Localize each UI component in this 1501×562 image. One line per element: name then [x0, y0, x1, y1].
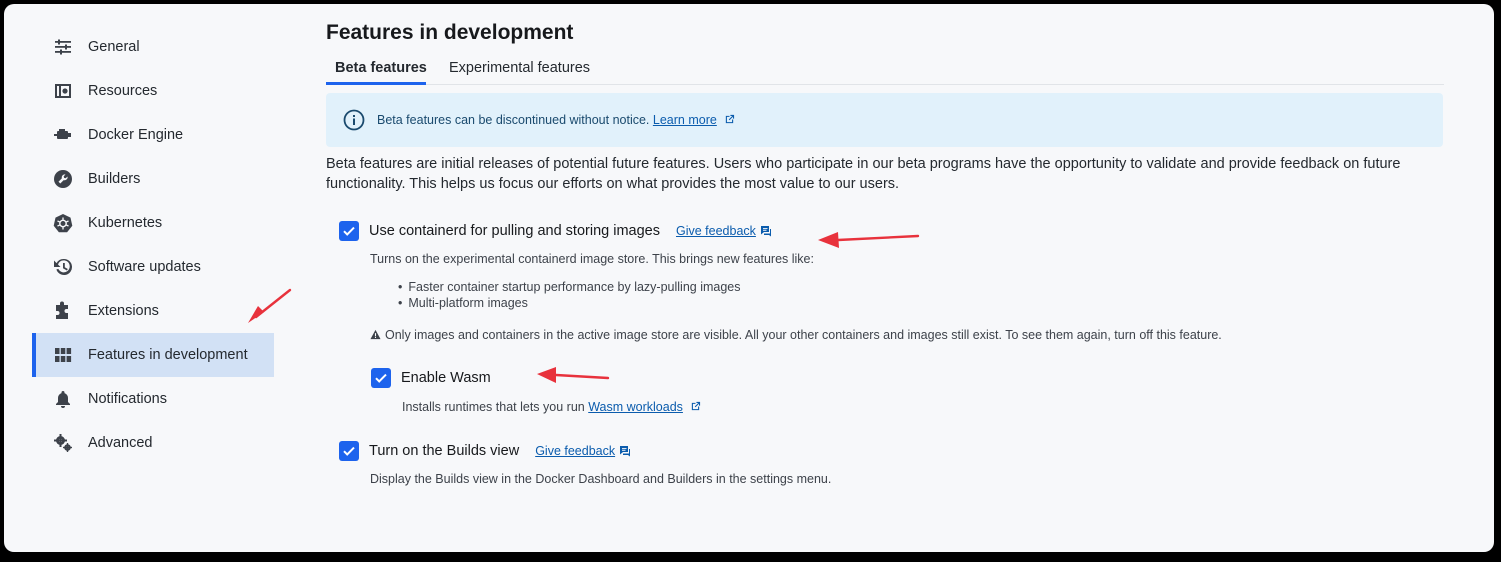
containerd-feature-list: Faster container startup performance by …	[398, 279, 741, 311]
checkmark-icon	[375, 373, 387, 383]
settings-sidebar: General Resources Docker Engine Builders…	[4, 4, 294, 552]
tab-experimental-features[interactable]: Experimental features	[449, 60, 590, 76]
sidebar-item-extensions[interactable]: Extensions	[32, 289, 274, 333]
sidebar-item-builders[interactable]: Builders	[32, 157, 274, 201]
feedback-icon	[760, 226, 771, 237]
containerd-description: Turns on the experimental containerd ima…	[370, 252, 814, 266]
banner-message: Beta features can be discontinued withou…	[377, 113, 650, 127]
annotation-arrow-icon	[537, 367, 610, 383]
tab-beta-features[interactable]: Beta features	[335, 60, 427, 76]
checkmark-icon	[343, 226, 355, 236]
sidebar-item-software-updates[interactable]: Software updates	[32, 245, 274, 289]
external-link-icon	[692, 401, 701, 411]
warning-icon	[370, 329, 381, 340]
builds-view-label: Turn on the Builds view	[369, 443, 520, 459]
give-feedback-link[interactable]: Give feedback	[676, 224, 772, 238]
annotation-arrow-icon	[818, 232, 920, 248]
sidebar-item-label: Extensions	[88, 303, 159, 319]
give-feedback-text: Give feedback	[535, 444, 616, 458]
sidebar-item-general[interactable]: General	[32, 25, 274, 69]
info-banner: Beta features can be discontinued withou…	[326, 93, 1443, 147]
warning-text: Only images and containers in the active…	[385, 328, 1222, 342]
sidebar-item-label: Advanced	[88, 435, 153, 451]
containerd-warning: Only images and containers in the active…	[370, 328, 1222, 342]
beta-description: Beta features are initial releases of po…	[326, 156, 1401, 192]
page-title: Features in development	[326, 21, 574, 44]
sidebar-item-label: Features in development	[88, 347, 248, 363]
wasm-feature: Enable Wasm	[371, 368, 491, 388]
sidebar-item-label: Docker Engine	[88, 127, 184, 143]
wasm-description: Installs runtimes that lets you run Wasm…	[402, 400, 701, 414]
resources-icon	[52, 80, 74, 102]
kubernetes-icon	[52, 212, 74, 234]
containerd-feature: Use containerd for pulling and storing i…	[339, 221, 772, 241]
checkmark-icon	[343, 446, 355, 456]
sidebar-item-label: Software updates	[88, 259, 201, 275]
wasm-description-text: Installs runtimes that lets you run	[402, 400, 585, 414]
sidebar-item-resources[interactable]: Resources	[32, 69, 274, 113]
sliders-icon	[52, 36, 74, 58]
sidebar-item-label: Builders	[88, 171, 141, 187]
tab-bar: Beta features Experimental features	[326, 57, 1444, 85]
settings-window: General Resources Docker Engine Builders…	[4, 4, 1494, 552]
active-tab-indicator	[326, 82, 426, 85]
engine-icon	[52, 124, 74, 146]
wrench-icon	[52, 168, 74, 190]
builds-view-description: Display the Builds view in the Docker Da…	[370, 472, 832, 486]
sidebar-item-label: General	[88, 39, 140, 55]
bell-icon	[52, 388, 74, 410]
give-feedback-text: Give feedback	[675, 224, 756, 238]
sidebar-item-kubernetes[interactable]: Kubernetes	[32, 201, 274, 245]
feedback-icon	[620, 446, 631, 457]
sidebar-item-features-in-development[interactable]: Features in development	[32, 333, 274, 377]
list-item: Faster container startup performance by …	[398, 279, 740, 295]
wasm-checkbox[interactable]	[371, 368, 391, 388]
give-feedback-link[interactable]: Give feedback	[535, 444, 631, 458]
sidebar-item-advanced[interactable]: Advanced	[32, 421, 274, 465]
sidebar-item-label: Notifications	[88, 391, 167, 407]
sidebar-item-docker-engine[interactable]: Docker Engine	[32, 113, 274, 157]
info-icon	[343, 109, 365, 131]
containerd-label: Use containerd for pulling and storing i…	[369, 223, 660, 239]
puzzle-icon	[52, 300, 74, 322]
list-item: Multi-platform images	[398, 295, 741, 311]
annotation-arrow-icon	[248, 288, 292, 323]
builds-view-checkbox[interactable]	[339, 441, 359, 461]
sidebar-item-label: Kubernetes	[88, 215, 163, 231]
gears-icon	[52, 432, 74, 454]
wasm-label: Enable Wasm	[401, 370, 491, 386]
grid-icon	[52, 344, 74, 366]
sidebar-item-label: Resources	[88, 83, 158, 99]
learn-more-link[interactable]: Learn more	[653, 113, 717, 127]
banner-text: Beta features can be discontinued withou…	[377, 113, 735, 127]
history-icon	[52, 256, 74, 278]
containerd-checkbox[interactable]	[339, 221, 359, 241]
wasm-workloads-link[interactable]: Wasm workloads	[588, 400, 683, 414]
builds-view-feature: Turn on the Builds view Give feedback	[339, 441, 631, 461]
sidebar-item-notifications[interactable]: Notifications	[32, 377, 274, 421]
external-link-icon	[726, 114, 735, 124]
